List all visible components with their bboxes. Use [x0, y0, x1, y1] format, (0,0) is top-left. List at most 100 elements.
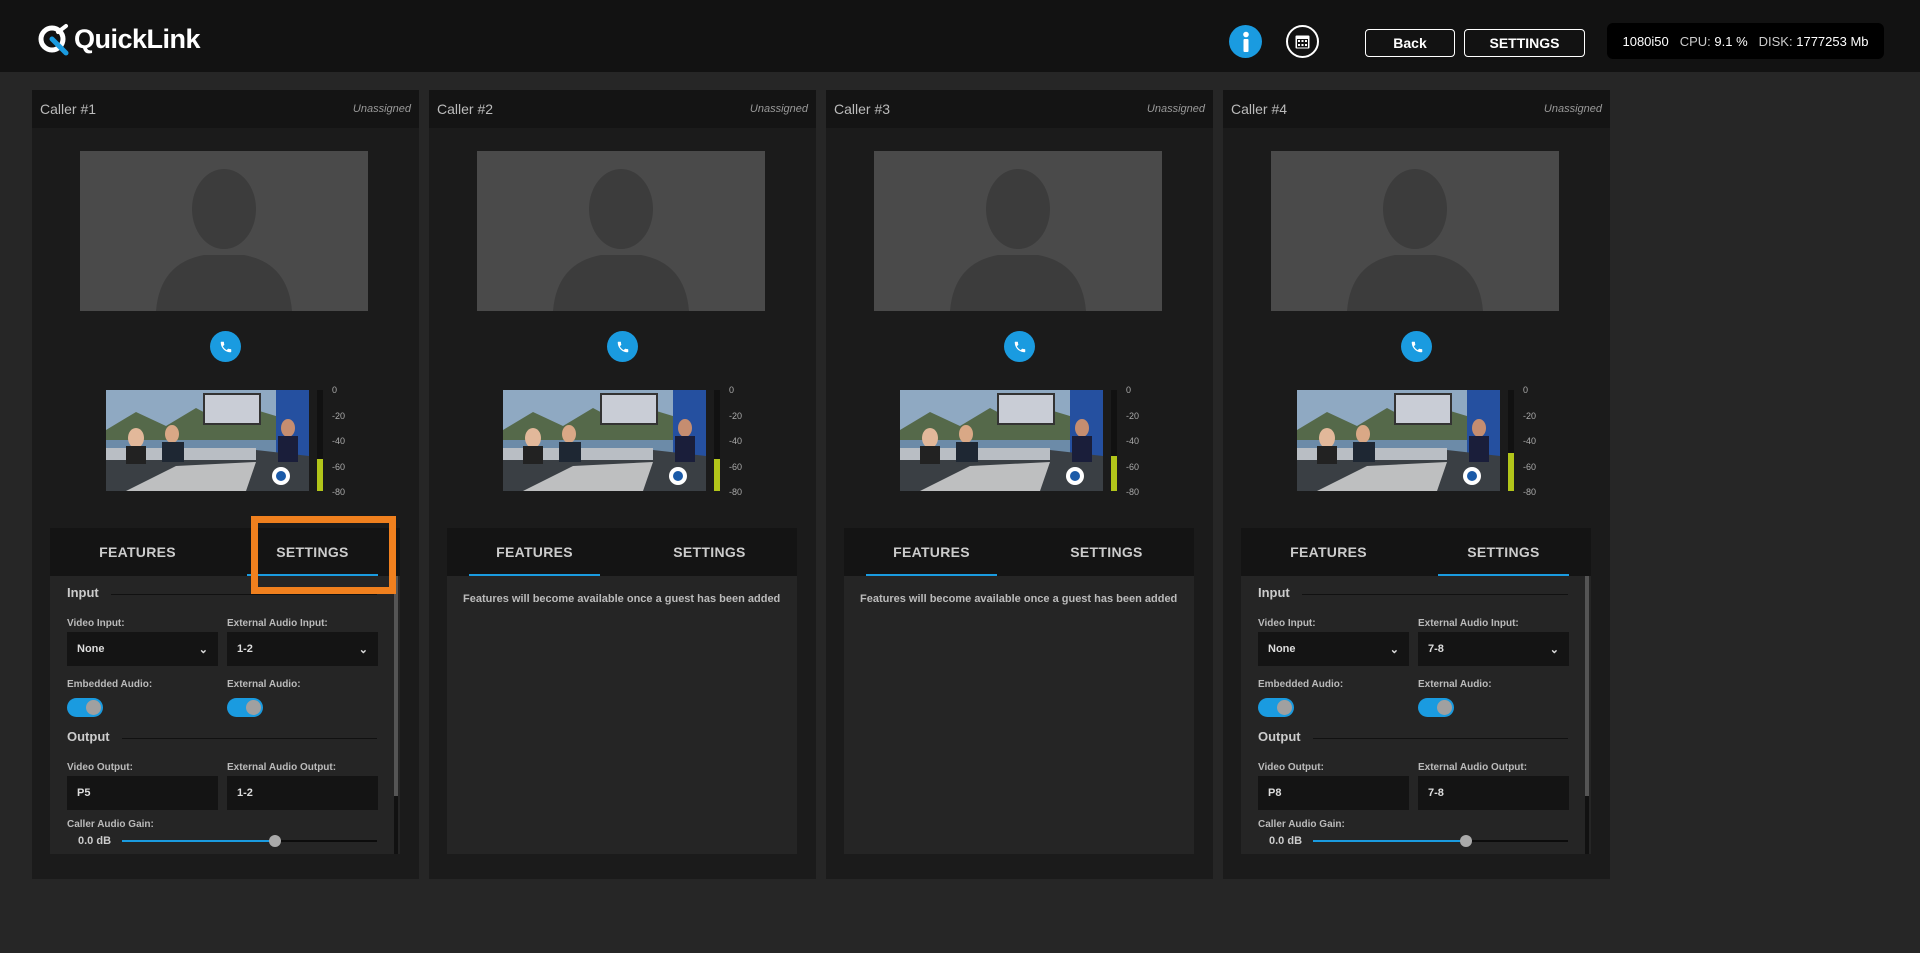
meter-tick-label: -80: [729, 487, 743, 497]
embedded-audio-toggle[interactable]: [1258, 698, 1294, 717]
tab-settings[interactable]: SETTINGS: [1019, 528, 1194, 576]
assignment-status: Unassigned: [1543, 103, 1602, 115]
embedded-audio-label: Embedded Audio:: [1258, 679, 1344, 690]
video-preview-thumbnail: [503, 390, 706, 491]
avatar-silhouette-icon: [156, 169, 292, 311]
phone-icon: [1411, 341, 1422, 352]
disk-value: 1777253 Mb: [1796, 33, 1869, 49]
scrollbar-thumb[interactable]: [1585, 576, 1589, 796]
external-audio-input-select[interactable]: 1-2 ⌄: [227, 632, 378, 666]
audio-meter: [1508, 390, 1514, 491]
caller-tabs: FEATURES SETTINGS: [1241, 528, 1591, 576]
system-status: 1080i50 CPU: 9.1 % DISK: 1777253 Mb: [1607, 23, 1884, 59]
external-audio-toggle[interactable]: [1418, 698, 1454, 717]
call-button[interactable]: [1401, 331, 1432, 362]
tab-features[interactable]: FEATURES: [1241, 528, 1416, 576]
tab-content: Features will become available once a gu…: [844, 576, 1194, 854]
features-empty-message: Features will become available once a gu…: [463, 593, 781, 605]
program-preview: [900, 390, 1103, 491]
settings-button[interactable]: SETTINGS: [1464, 29, 1585, 57]
meter-tick-label: -60: [332, 461, 346, 472]
video-output-field: P8: [1258, 776, 1409, 810]
call-button[interactable]: [1004, 331, 1035, 362]
tab-content: Input Video Input: External Audio Input:…: [50, 576, 400, 854]
meter-tick-label: -40: [1126, 436, 1140, 446]
assignment-status: Unassigned: [1146, 103, 1205, 115]
video-input-select[interactable]: None ⌄: [1258, 632, 1409, 666]
input-section-title: Input: [1258, 585, 1568, 600]
guest-video-placeholder: [874, 151, 1162, 311]
audio-meter: [714, 390, 720, 491]
external-audio-input-select[interactable]: 7-8 ⌄: [1418, 632, 1569, 666]
video-input-select[interactable]: None ⌄: [67, 632, 218, 666]
external-audio-output-field: 7-8: [1418, 776, 1569, 810]
settings-scrollbar[interactable]: [1585, 576, 1589, 854]
cpu-value: 9.1 %: [1714, 33, 1748, 49]
meter-tick-label: 0: [332, 385, 338, 395]
tab-settings[interactable]: SETTINGS: [622, 528, 797, 576]
meter-tick-label: -20: [1126, 410, 1140, 421]
meter-tick-label: -60: [1523, 461, 1537, 472]
phone-icon: [220, 341, 231, 352]
calendar-button[interactable]: [1286, 25, 1319, 58]
embedded-audio-label: Embedded Audio:: [67, 679, 153, 690]
meter-tick-label: -40: [332, 436, 346, 446]
caller-panel: Caller #2 Unassigned 0 -20 -40 -60 -80 FEATU…: [429, 90, 816, 879]
info-icon: [1242, 31, 1249, 52]
meter-tick-label: -80: [332, 487, 346, 497]
tab-content: Features will become available once a gu…: [447, 576, 797, 854]
audio-meter-level: [1508, 452, 1514, 491]
program-preview: [503, 390, 706, 491]
meter-tick-label: -60: [729, 461, 743, 472]
tab-settings[interactable]: SETTINGS: [1416, 528, 1591, 576]
meter-tick-label: 0: [1126, 385, 1132, 395]
tab-features[interactable]: FEATURES: [447, 528, 622, 576]
caller-audio-gain-slider[interactable]: [122, 835, 377, 847]
scrollbar-thumb[interactable]: [394, 576, 398, 796]
chevron-down-icon: ⌄: [1389, 643, 1399, 656]
call-button[interactable]: [210, 331, 241, 362]
quicklink-logo: QuickLink: [36, 22, 201, 56]
audio-meter: [317, 390, 323, 491]
audio-meter-level: [317, 458, 323, 491]
info-button[interactable]: [1229, 25, 1262, 58]
meter-tick-label: -60: [1126, 461, 1140, 472]
back-button[interactable]: Back: [1365, 29, 1455, 57]
caller-title: Caller #3: [834, 101, 891, 117]
audio-meter: [1111, 390, 1117, 491]
video-preview-thumbnail: [106, 390, 309, 491]
caller-panel-header: Caller #3 Unassigned: [826, 90, 1213, 128]
tab-features[interactable]: FEATURES: [50, 528, 225, 576]
caller-tabs: FEATURES SETTINGS: [844, 528, 1194, 576]
caller-title: Caller #2: [437, 101, 494, 117]
meter-tick-label: -20: [729, 410, 743, 421]
external-audio-toggle[interactable]: [227, 698, 263, 717]
caller-panel-header: Caller #4 Unassigned: [1223, 90, 1610, 128]
meter-tick-label: -80: [1523, 487, 1537, 497]
external-audio-output-label: External Audio Output:: [1418, 762, 1528, 773]
guest-video-placeholder: [477, 151, 765, 311]
caller-panel-header: Caller #1 Unassigned: [32, 90, 419, 128]
caller-audio-gain-value: 0.0 dB: [1269, 835, 1303, 847]
call-button[interactable]: [607, 331, 638, 362]
slider-thumb[interactable]: [1460, 835, 1472, 847]
embedded-audio-toggle[interactable]: [67, 698, 103, 717]
video-preview-thumbnail: [1297, 390, 1500, 491]
video-format: 1080i50: [1622, 33, 1669, 49]
video-input-label: Video Input:: [67, 618, 125, 629]
caller-audio-gain-slider[interactable]: [1313, 835, 1568, 847]
slider-fill: [122, 840, 275, 842]
chevron-down-icon: ⌄: [358, 643, 368, 656]
tab-features[interactable]: FEATURES: [844, 528, 1019, 576]
guest-video-placeholder: [80, 151, 368, 311]
tab-content: Input Video Input: External Audio Input:…: [1241, 576, 1591, 854]
video-input-label: Video Input:: [1258, 618, 1316, 629]
settings-scrollbar[interactable]: [394, 576, 398, 854]
caller-audio-gain-label: Caller Audio Gain:: [1258, 819, 1345, 830]
caller-panel: Caller #3 Unassigned 0 -20 -40 -60 -80 FEATU…: [826, 90, 1213, 879]
slider-thumb[interactable]: [269, 835, 281, 847]
audio-meter-level: [714, 458, 720, 491]
video-output-label: Video Output:: [1258, 762, 1324, 773]
caller-tabs: FEATURES SETTINGS: [447, 528, 797, 576]
quicklink-logo-icon: [36, 22, 70, 56]
